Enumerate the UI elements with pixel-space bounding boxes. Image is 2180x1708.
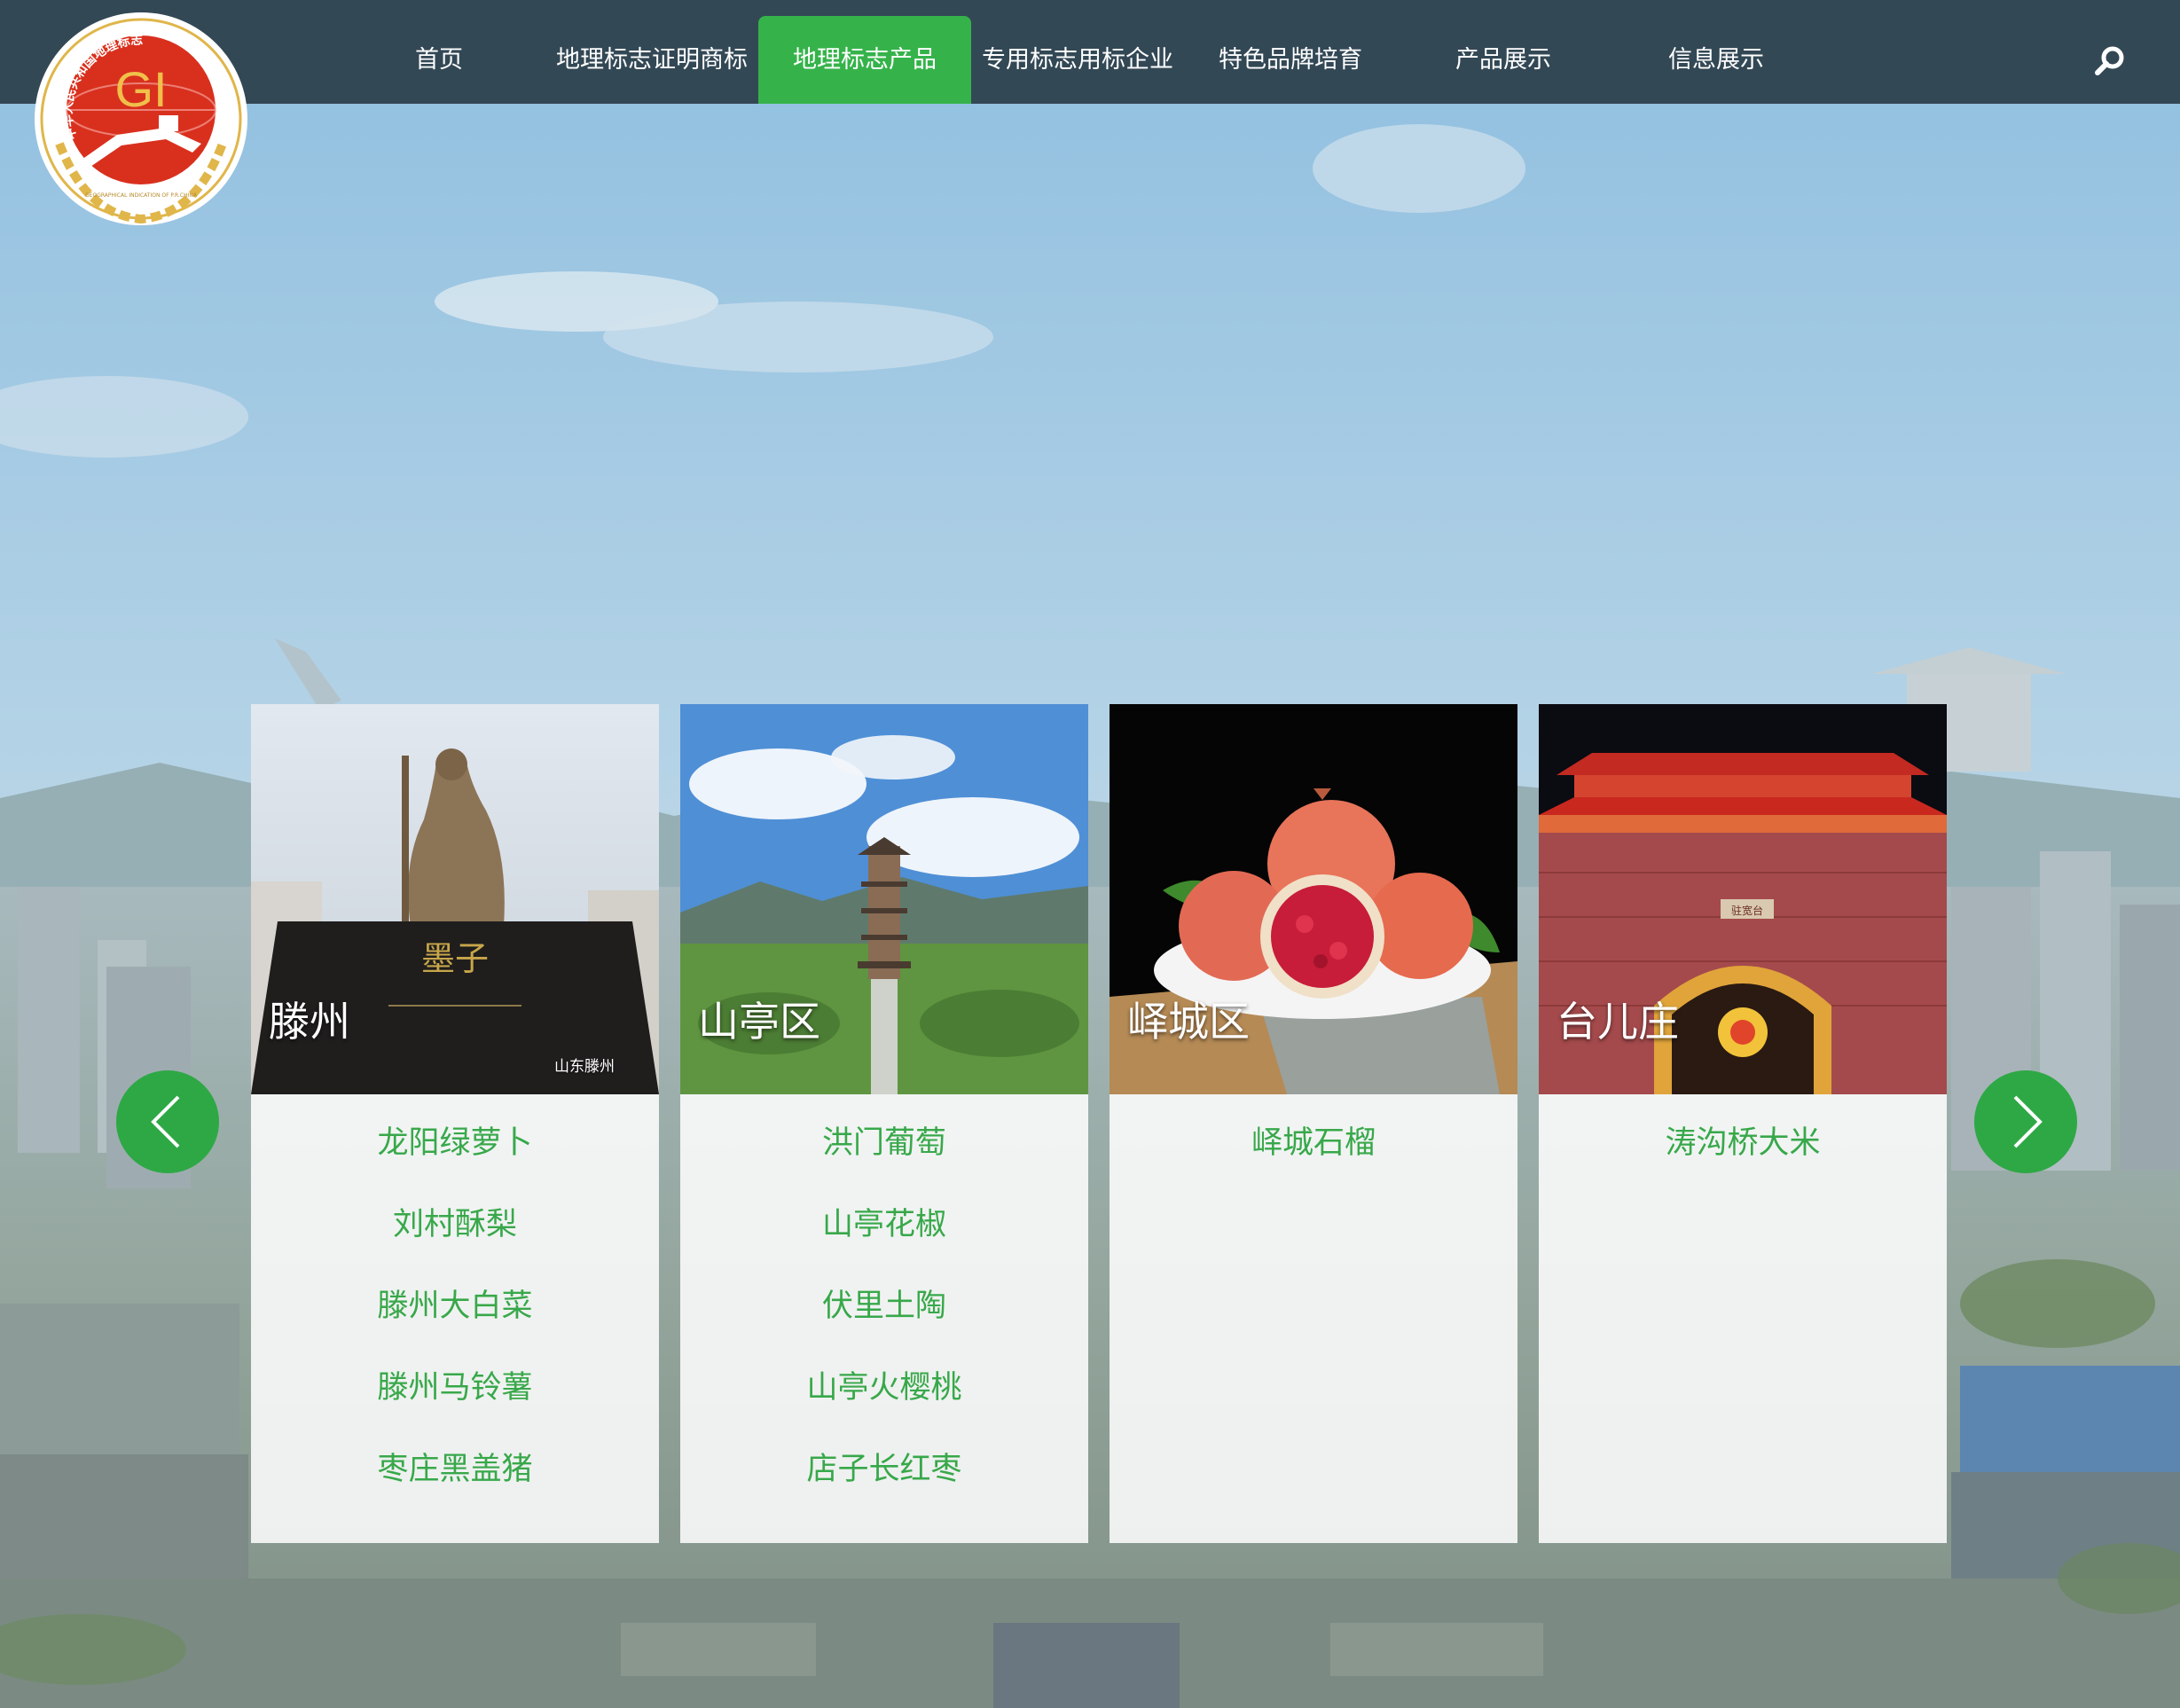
logo-english-text: GEOGRAPHICAL INDICATION OF P.R.CHINA (85, 192, 198, 199)
region-card-shanting: 山亭区 洪门葡萄 山亭花椒 伏里土陶 山亭火樱桃 店子长红枣 (680, 704, 1088, 1543)
region-title: 峄城区 (1127, 998, 1250, 1046)
product-link[interactable]: 洪门葡萄 (680, 1102, 1088, 1184)
region-card-yicheng: 峄城区 峄城石榴 (1110, 704, 1517, 1543)
product-list: 龙阳绿萝卜 刘村酥梨 滕州大白菜 滕州马铃薯 枣庄黑盖猪 (251, 1094, 659, 1510)
nav-item-product-display[interactable]: 产品展示 (1397, 16, 1610, 104)
region-title: 山亭区 (698, 998, 820, 1046)
nav-item-home[interactable]: 首页 (386, 16, 492, 104)
product-link[interactable]: 伏里土陶 (680, 1265, 1088, 1347)
nav-item-info-display[interactable]: 信息展示 (1610, 16, 1823, 104)
product-link[interactable]: 山亭花椒 (680, 1184, 1088, 1265)
gate-plaque-text: 驻宽台 (1731, 904, 1763, 917)
product-link[interactable]: 刘村酥梨 (251, 1184, 659, 1265)
nav-item-gi-trademark[interactable]: 地理标志证明商标 (545, 16, 758, 104)
product-link[interactable]: 滕州马铃薯 (251, 1347, 659, 1429)
carousel-prev-button[interactable] (116, 1070, 219, 1173)
product-link[interactable]: 龙阳绿萝卜 (251, 1102, 659, 1184)
nav-item-brand-cultivation[interactable]: 特色品牌培育 (1184, 16, 1397, 104)
product-link[interactable]: 店子长红枣 (680, 1429, 1088, 1510)
region-card-tengzhou: 墨子 滕州 山东滕州 龙阳绿萝卜 刘村酥梨 滕州大白菜 滕州马铃薯 枣庄黑盖猪 (251, 704, 659, 1543)
product-list: 涛沟桥大米 (1539, 1094, 1947, 1184)
nav-item-gi-products[interactable]: 地理标志产品 (758, 16, 971, 104)
nav-item-logo-enterprises[interactable]: 专用标志用标企业 (971, 16, 1184, 104)
region-title: 滕州 (269, 998, 350, 1046)
top-navigation-bar: 首页 地理标志证明商标 地理标志产品 专用标志用标企业 特色品牌培育 产品展示 … (0, 0, 2180, 104)
statue-sign-text: 墨子 (421, 939, 489, 978)
chevron-left-icon (151, 1095, 180, 1148)
region-card-taierzhuang: 驻宽台 台儿庄 涛沟桥大米 (1539, 704, 1947, 1543)
product-link[interactable]: 枣庄黑盖猪 (251, 1429, 659, 1510)
search-icon[interactable] (2093, 44, 2127, 78)
image-caption: 山东滕州 (554, 1058, 615, 1076)
carousel-next-button[interactable] (1974, 1070, 2077, 1173)
product-list: 峄城石榴 (1110, 1094, 1517, 1184)
gi-logo[interactable]: GI 中华人民共和国地理标志 GEOGRAPHICAL INDICATION O… (33, 11, 249, 227)
product-link[interactable]: 滕州大白菜 (251, 1265, 659, 1347)
product-link[interactable]: 峄城石榴 (1110, 1102, 1517, 1184)
region-title: 台儿庄 (1557, 998, 1679, 1046)
chevron-right-icon (2013, 1095, 2043, 1148)
product-link[interactable]: 涛沟桥大米 (1539, 1102, 1947, 1184)
product-list: 洪门葡萄 山亭花椒 伏里土陶 山亭火樱桃 店子长红枣 (680, 1094, 1088, 1510)
logo-gi-letters: GI (114, 61, 167, 117)
product-link[interactable]: 山亭火樱桃 (680, 1347, 1088, 1429)
